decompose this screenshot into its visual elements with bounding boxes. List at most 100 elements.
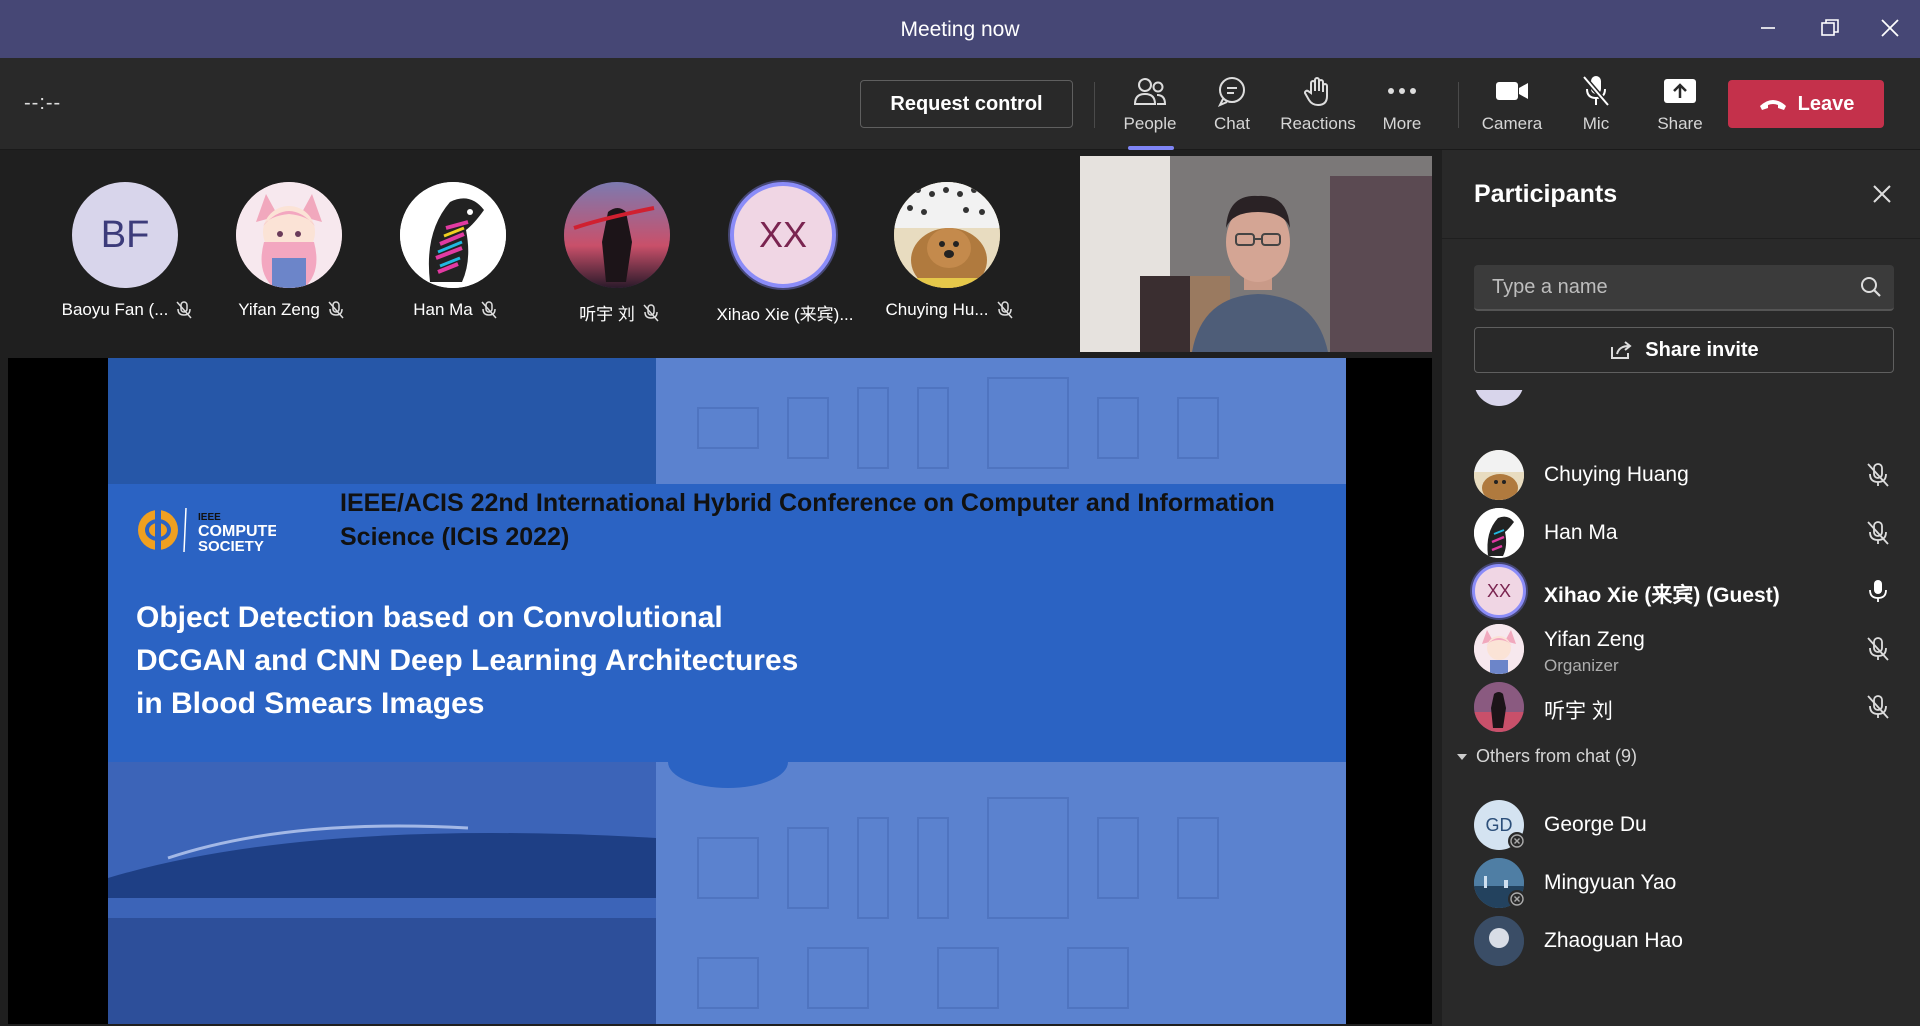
more-label: More [1382,114,1422,133]
minimize-icon [1761,27,1775,29]
avatar [564,182,670,288]
participant-list: Chuying Huang Han Ma XX Xihao Xie (来宾) (… [1442,390,1920,1026]
gallery-tile-baoyu-fan[interactable]: BF Baoyu Fan (... [42,180,202,340]
gallery-tile-xihao-xie[interactable]: XX Xihao Xie (来宾)... [700,180,860,340]
presentation-slide: IEEE COMPUTER SOCIETY IEEE/ACIS 22nd Int… [108,358,1346,1024]
participant-name: Han Ma [1544,521,1618,544]
anime-girl-avatar-image [1474,624,1524,674]
participant-name: Mingyuan Yao [1544,871,1677,894]
chevron-down-icon [1457,753,1467,760]
participant-name: George Du [1544,813,1647,836]
leave-button[interactable]: Leave [1728,80,1884,128]
others-from-chat-header[interactable]: Others from chat (9) [1456,746,1637,767]
avatar-initials: XX [1486,580,1511,601]
close-icon [1881,19,1899,37]
logo-text-line1: IEEE [198,512,221,523]
hand-icon [1302,74,1334,108]
toolbar-divider [1094,82,1095,128]
close-icon [1873,185,1891,203]
panel-title: Participants [1474,180,1618,208]
anime-girl-avatar-image [236,182,342,288]
ieee-computer-society-logo: IEEE COMPUTER SOCIETY [138,507,276,555]
participant-name: Yifan Zeng [238,300,320,319]
mic-off-icon [328,301,344,319]
search-input[interactable] [1474,265,1854,309]
gallery-tile-tingyu-liu[interactable]: 听宇 刘 [534,180,694,340]
gallery-name-row: Han Ma [370,300,540,320]
gallery-name-row: Baoyu Fan (... [42,300,212,320]
share-icon [1611,341,1632,359]
avatar-initials: GD [1485,814,1513,835]
close-panel-button[interactable] [1864,176,1900,212]
minimize-button[interactable] [1748,12,1788,44]
request-control-button[interactable]: Request control [860,80,1073,128]
avatar-image [1474,916,1524,966]
mic-off-icon [1581,74,1611,108]
gallery-name-row: Chuying Hu... [864,300,1034,320]
hang-up-icon [1759,100,1786,110]
zebra-avatar-image [400,182,506,288]
restore-button[interactable] [1810,12,1850,44]
mic-label: Mic [1582,114,1610,133]
window-title: Meeting now [900,18,1020,41]
mic-off-icon [643,303,659,321]
participant-row-zhaoguan-hao[interactable]: Zhaoguan Hao [1442,906,1920,978]
warrior-avatar-image [564,182,670,288]
restore-icon [1821,19,1839,36]
avatar-initials: XX [758,214,808,255]
gallery-name-row: 听宇 刘 [534,300,704,325]
participant-name: 听宇 刘 [579,305,635,324]
camera-icon [1495,74,1529,108]
avatar: BF [72,182,178,288]
logo-text-line3: SOCIETY [198,538,264,555]
chat-label: Chat [1214,114,1250,133]
mic-off-icon [176,301,192,319]
dog-avatar-image [1474,450,1524,500]
mic-off-icon [1867,463,1889,487]
share-invite-label: Share invite [1645,338,1759,361]
gallery-tile-yifan-zeng[interactable]: Yifan Zeng [206,180,366,340]
avatar [236,182,342,288]
avatar-speaking: XX [1472,564,1526,618]
avatar [1474,916,1524,966]
avatar [1474,450,1524,500]
zebra-avatar-image [1474,508,1524,558]
shared-screen[interactable]: IEEE COMPUTER SOCIETY IEEE/ACIS 22nd Int… [8,358,1432,1024]
participant-name: Chuying Hu... [885,300,989,319]
presenter-video-image [1080,156,1432,352]
gallery-name-row: Yifan Zeng [206,300,376,320]
dog-avatar-image [894,182,1000,288]
participant-row-tingyu-liu[interactable]: 听宇 刘 [1442,672,1920,744]
camera-button[interactable]: Camera [1470,74,1554,144]
participant-name: Zhaoguan Hao [1544,929,1683,952]
chat-button[interactable]: Chat [1190,74,1274,144]
avatar [894,182,1000,288]
share-label: Share [1657,114,1703,133]
reactions-button[interactable]: Reactions [1276,74,1360,144]
participant-name: Chuying Huang [1544,463,1689,486]
participant-search[interactable] [1474,265,1894,311]
meeting-toolbar: --:-- Request control People Chat Reacti… [0,58,1920,150]
mic-button[interactable]: Mic [1554,74,1638,144]
gallery-tile-han-ma[interactable]: Han Ma [370,180,530,340]
gallery-tile-chuying-huang[interactable]: Chuying Hu... [864,180,1024,340]
mic-off-icon [481,301,497,319]
share-invite-button[interactable]: Share invite [1474,327,1894,373]
people-button[interactable]: People [1108,74,1192,150]
participant-name: Xihao Xie (来宾)... [716,305,854,324]
share-button[interactable]: Share [1638,74,1722,144]
people-label: People [1123,114,1177,133]
reactions-label: Reactions [1280,114,1356,133]
presenter-video[interactable] [1080,156,1432,352]
gallery-name-row: Xihao Xie (来宾)... [700,300,870,325]
section-label: Others from chat (9) [1476,746,1638,766]
more-button[interactable]: More [1360,74,1444,144]
more-icon [1386,74,1418,108]
avatar-initials: BF [100,213,150,256]
warrior-avatar-image [1474,682,1524,732]
close-window-button[interactable] [1870,12,1910,44]
participant-name: Xihao Xie (来宾) (Guest) [1544,584,1780,607]
chat-icon [1216,74,1248,108]
share-screen-icon [1663,74,1697,108]
participants-panel: Participants Share invite Chuying Huang … [1440,150,1920,1026]
